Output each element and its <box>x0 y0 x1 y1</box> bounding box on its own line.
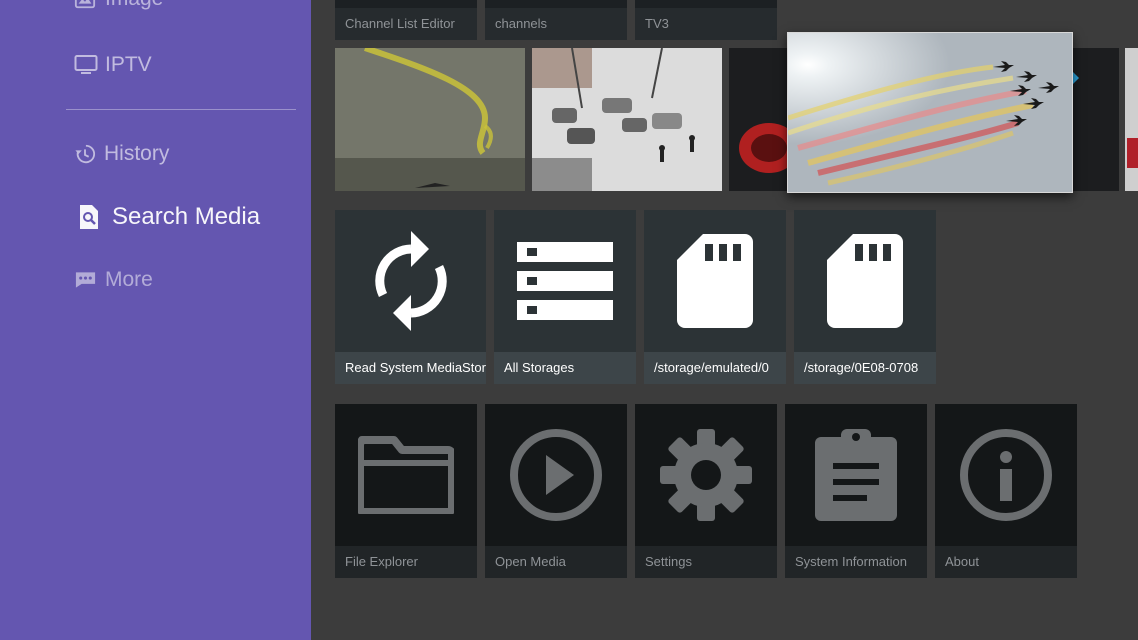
video-preview[interactable] <box>787 32 1073 193</box>
tile-label: /storage/emulated/0 <box>644 352 786 384</box>
tile-settings[interactable]: Settings <box>635 404 777 578</box>
storage-list-icon <box>517 242 613 320</box>
video-thumbnail[interactable] <box>532 48 722 191</box>
sd-card-icon <box>827 234 903 328</box>
more-icon <box>75 272 96 288</box>
tile-label: All Storages <box>494 352 636 384</box>
thumbnail-image <box>1125 48 1138 191</box>
tile-file-explorer[interactable]: File Explorer <box>335 404 477 578</box>
tile-channel-list-editor[interactable]: Channel List Editor <box>335 0 477 40</box>
sidebar-item-label: Search Media <box>112 203 261 230</box>
media-grid: Channel List Editor channels TV3 Read Sy… <box>311 0 1138 640</box>
tile-label: About <box>935 546 1077 578</box>
refresh-icon <box>374 231 447 331</box>
sidebar-divider <box>66 109 296 110</box>
history-icon <box>75 144 96 164</box>
thumbnail-image <box>532 48 722 191</box>
tile-label: Channel List Editor <box>335 8 477 40</box>
sidebar-item-history[interactable]: History <box>74 142 169 166</box>
tile-open-media[interactable]: Open Media <box>485 404 627 578</box>
sidebar-item-label: Image <box>105 0 163 11</box>
thumbnail-image <box>335 48 525 191</box>
sidebar-item-image[interactable]: Image <box>74 0 163 11</box>
tile-label: Open Media <box>485 546 627 578</box>
video-thumbnail[interactable] <box>335 48 525 191</box>
tile-label: /storage/0E08-0708 <box>794 352 936 384</box>
sidebar-item-more[interactable]: More <box>74 268 153 292</box>
sidebar-item-label: History <box>104 142 170 165</box>
gear-icon <box>660 429 752 521</box>
tile-label: File Explorer <box>335 546 477 578</box>
sidebar-item-label: IPTV <box>105 53 152 76</box>
search-media-icon <box>80 205 98 229</box>
tile-read-system-mediastore[interactable]: Read System MediaStore <box>335 210 486 384</box>
tile-about[interactable]: About <box>935 404 1077 578</box>
sidebar-item-search-media[interactable]: Search Media <box>78 203 260 231</box>
image-icon <box>74 0 96 9</box>
tile-label: System Information <box>785 546 927 578</box>
tile-channels[interactable]: channels <box>485 0 627 40</box>
info-icon <box>960 429 1052 521</box>
tv-icon <box>74 55 98 74</box>
sidebar-item-label: More <box>105 268 153 291</box>
video-thumbnail[interactable] <box>1125 48 1138 191</box>
tile-storage-emulated[interactable]: /storage/emulated/0 <box>644 210 786 384</box>
tile-tv3[interactable]: TV3 <box>635 0 777 40</box>
tile-label: Settings <box>635 546 777 578</box>
tile-all-storages[interactable]: All Storages <box>494 210 636 384</box>
preview-image <box>788 33 1072 192</box>
folder-icon <box>358 436 454 514</box>
play-circle-icon <box>510 429 602 521</box>
tile-system-information[interactable]: System Information <box>785 404 927 578</box>
tile-label: channels <box>485 8 627 40</box>
tile-label: Read System MediaStore <box>335 352 486 384</box>
sidebar-item-iptv[interactable]: IPTV <box>74 53 152 77</box>
sidebar: Image IPTV History Search Media More <box>0 0 311 640</box>
tile-storage-sdcard[interactable]: /storage/0E08-0708 <box>794 210 936 384</box>
tile-label: TV3 <box>635 8 777 40</box>
sd-card-icon <box>677 234 753 328</box>
clipboard-icon <box>815 429 897 521</box>
